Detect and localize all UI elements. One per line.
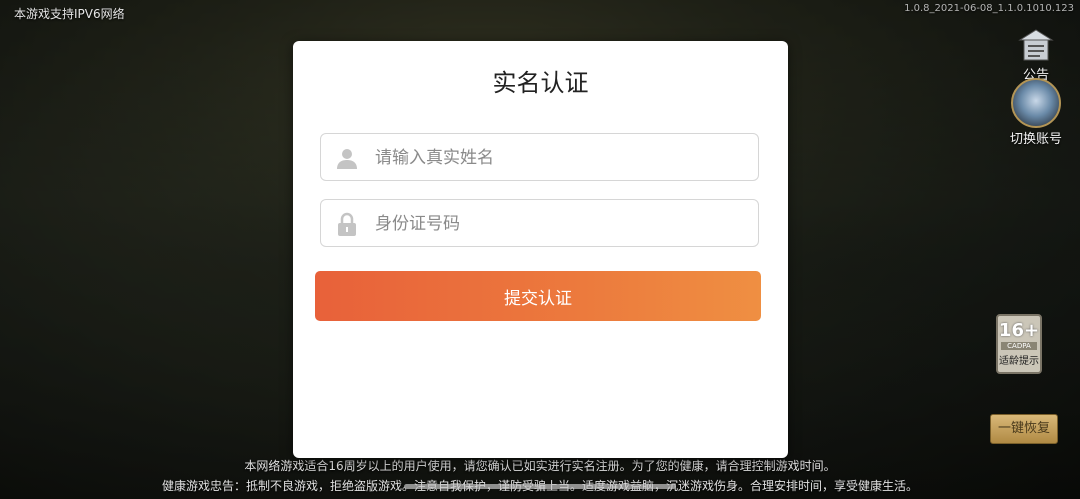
switch-account-label: 切换账号 xyxy=(1009,132,1062,147)
id-number-input[interactable] xyxy=(373,200,747,248)
switch-account-icon xyxy=(1011,78,1061,128)
restore-button[interactable]: 一键恢复 xyxy=(990,414,1058,444)
id-field[interactable] xyxy=(320,199,759,248)
notice-button[interactable]: 公告 xyxy=(1006,28,1066,83)
age-rating-number: 16+ xyxy=(998,320,1040,341)
notice-icon xyxy=(1018,28,1054,64)
user-icon xyxy=(335,146,359,170)
lock-icon xyxy=(335,212,359,236)
network-notice: 本游戏支持IPV6网络 xyxy=(14,7,125,21)
name-field[interactable] xyxy=(320,133,759,182)
age-notice-text: 本网络游戏适合16周岁以上的用户使用，请您确认已如实进行实名注册。为了您的健康，… xyxy=(244,459,836,473)
name-input[interactable] xyxy=(373,134,747,182)
age-rating-tip: 适龄提示 xyxy=(999,356,1039,367)
switch-account-button[interactable]: 切换账号 xyxy=(1006,78,1066,147)
real-name-auth-dialog: 实名认证 提交认证 xyxy=(293,41,788,458)
version-text: 1.0.8_2021-06-08_1.1.0.1010.123 xyxy=(904,3,1074,14)
age-rating-org: CADPA xyxy=(1001,342,1037,350)
dialog-title: 实名认证 xyxy=(492,69,589,97)
home-indicator[interactable] xyxy=(404,484,676,489)
submit-auth-button[interactable]: 提交认证 xyxy=(315,271,761,321)
age-rating-badge[interactable]: 16+ CADPA 适龄提示 xyxy=(996,314,1042,374)
